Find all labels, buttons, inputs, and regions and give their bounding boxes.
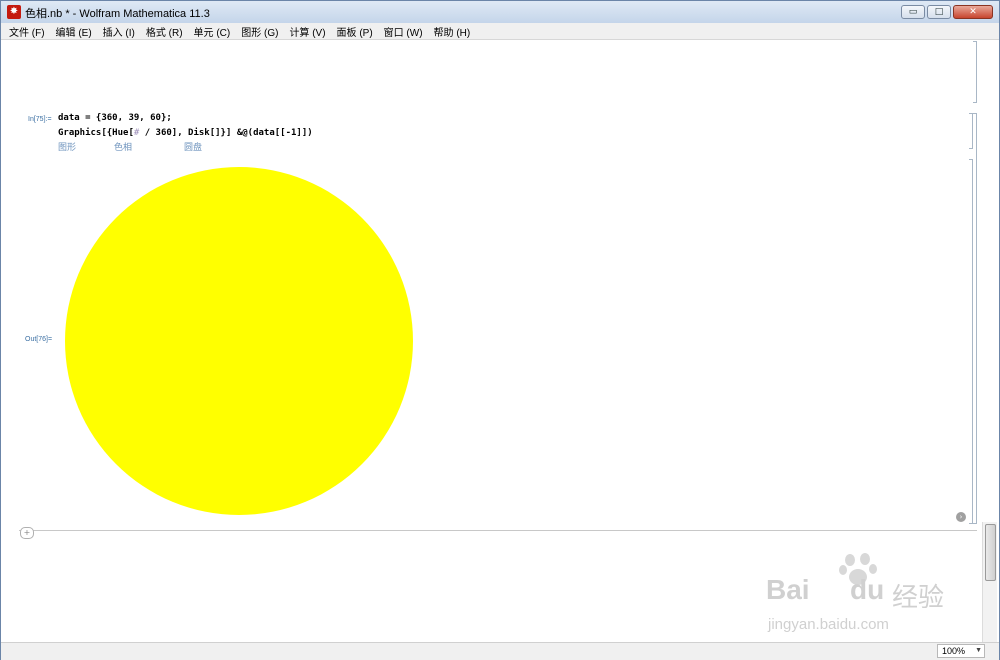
previous-cell-bracket[interactable] bbox=[973, 41, 977, 103]
menu-cell[interactable]: 单元 (C) bbox=[194, 24, 231, 39]
window-title: 色相.nb * - Wolfram Mathematica 11.3 bbox=[25, 8, 210, 20]
menu-insert[interactable]: 插入 (I) bbox=[103, 24, 135, 39]
menu-file[interactable]: 文件 (F) bbox=[9, 24, 45, 39]
chevron-down-icon: ▼ bbox=[975, 647, 982, 654]
window-controls: ▭ □ ✕ bbox=[899, 5, 993, 19]
title-bar[interactable]: ✸ 色相.nb * - Wolfram Mathematica 11.3 ▭ □… bbox=[1, 1, 999, 23]
mathematica-window: ✸ 色相.nb * - Wolfram Mathematica 11.3 ▭ □… bbox=[0, 0, 1000, 660]
menu-edit[interactable]: 编辑 (E) bbox=[56, 24, 92, 39]
input-label: In[75]:= bbox=[28, 116, 52, 123]
menu-palettes[interactable]: 面板 (P) bbox=[337, 24, 373, 39]
close-button[interactable]: ✕ bbox=[953, 5, 993, 19]
watermark-brand-tail: du bbox=[850, 574, 885, 605]
yellow-disk-graphic[interactable] bbox=[64, 166, 414, 516]
maximize-button[interactable]: □ bbox=[927, 5, 951, 19]
output-label: Out[76]= bbox=[25, 336, 53, 343]
suggestion-bar-icon[interactable]: › bbox=[956, 512, 966, 522]
insertion-line bbox=[19, 530, 977, 531]
menu-window[interactable]: 窗口 (W) bbox=[384, 24, 423, 39]
code-disk-data: / 360], Disk[]}] &@(data[[-1]]) bbox=[139, 128, 313, 138]
watermark-brand: Bai bbox=[766, 574, 810, 605]
code-graphics-hue: Graphics[{Hue[ bbox=[58, 128, 134, 138]
scrollbar-thumb[interactable] bbox=[985, 524, 996, 581]
zoom-select[interactable]: 100% ▼ bbox=[937, 644, 985, 658]
menu-bar: 文件 (F) 编辑 (E) 插入 (I) 格式 (R) 单元 (C) 图形 (G… bbox=[1, 23, 999, 40]
group-cell-bracket[interactable] bbox=[973, 113, 977, 524]
vertical-scrollbar[interactable] bbox=[982, 522, 997, 642]
yellow-disk bbox=[65, 167, 413, 515]
menu-evaluation[interactable]: 计算 (V) bbox=[289, 24, 325, 39]
hint-disk[interactable]: 圆盘 bbox=[184, 140, 202, 153]
zoom-value: 100% bbox=[942, 646, 966, 656]
add-cell-button[interactable]: + bbox=[20, 527, 34, 539]
hint-hue[interactable]: 色相 bbox=[114, 140, 132, 153]
watermark-url: jingyan.baidu.com bbox=[768, 616, 889, 633]
menu-graphics[interactable]: 图形 (G) bbox=[241, 24, 278, 39]
input-line-2[interactable]: Graphics[{Hue[# / 360], Disk[]}] &@(data… bbox=[58, 128, 313, 138]
baidu-watermark: Bai du 经验 jingyan.baidu.com bbox=[766, 550, 951, 640]
menu-help[interactable]: 帮助 (H) bbox=[434, 24, 471, 39]
watermark-suffix: 经验 bbox=[892, 582, 945, 612]
mathematica-spikey-icon: ✸ bbox=[7, 5, 21, 19]
minimize-button[interactable]: ▭ bbox=[901, 5, 925, 19]
hint-graphics[interactable]: 图形 bbox=[58, 140, 76, 153]
menu-format[interactable]: 格式 (R) bbox=[146, 24, 183, 39]
input-line-1[interactable]: data = {360, 39, 60}; bbox=[58, 113, 172, 123]
status-bar: 100% ▼ bbox=[1, 642, 999, 660]
